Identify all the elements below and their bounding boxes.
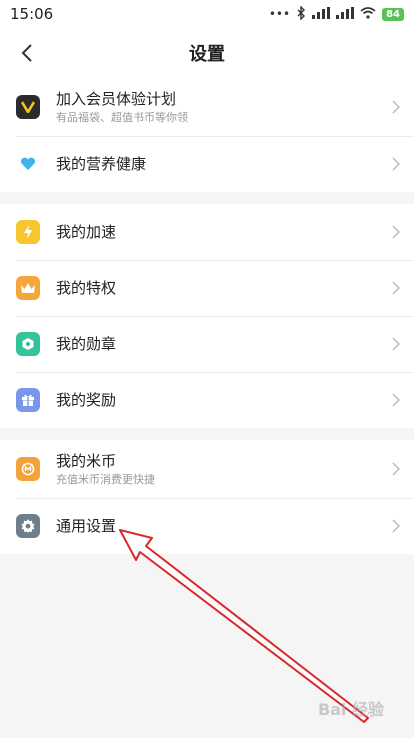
row-member-plan[interactable]: 加入会员体验计划 有品福袋、超值书币等你领 bbox=[0, 78, 414, 136]
row-label: 我的勋章 bbox=[56, 335, 117, 353]
bluetooth-icon bbox=[296, 4, 306, 23]
row-general-settings[interactable]: 通用设置 bbox=[0, 498, 414, 554]
row-sublabel: 有品福袋、超值书币等你领 bbox=[56, 110, 188, 124]
row-nutrition-health[interactable]: 我的营养健康 bbox=[0, 136, 414, 192]
chevron-left-icon bbox=[21, 44, 32, 62]
page-title: 设置 bbox=[189, 44, 225, 65]
watermark: Bai 经验 bbox=[317, 700, 384, 719]
row-my-medals[interactable]: 我的勋章 bbox=[0, 316, 414, 372]
row-label: 加入会员体验计划 bbox=[56, 89, 177, 108]
row-label: 我的加速 bbox=[56, 223, 117, 241]
row-label: 我的米币 bbox=[56, 451, 117, 470]
gift-icon bbox=[16, 388, 40, 412]
chevron-right-icon bbox=[384, 281, 408, 295]
settings-group-2: 我的加速 我的特权 我的勋章 我的奖励 bbox=[0, 204, 414, 428]
chevron-right-icon bbox=[384, 100, 408, 114]
row-my-mi-coins[interactable]: 我的米币 充值米币消费更快捷 bbox=[0, 440, 414, 498]
crown-icon bbox=[16, 276, 40, 300]
battery-indicator: 84 bbox=[382, 7, 404, 21]
chevron-right-icon bbox=[384, 157, 408, 171]
chevron-right-icon bbox=[384, 225, 408, 239]
heart-icon bbox=[16, 152, 40, 176]
nav-bar: 设置 bbox=[0, 28, 414, 78]
row-my-privileges[interactable]: 我的特权 bbox=[0, 260, 414, 316]
chevron-right-icon bbox=[384, 462, 408, 476]
settings-group-1: 加入会员体验计划 有品福袋、超值书币等你领 我的营养健康 bbox=[0, 78, 414, 192]
row-label: 我的营养健康 bbox=[56, 155, 147, 173]
back-button[interactable] bbox=[14, 40, 40, 66]
row-sublabel: 充值米币消费更快捷 bbox=[56, 472, 155, 486]
status-time: 15:06 bbox=[10, 5, 54, 23]
badge-icon bbox=[16, 332, 40, 356]
more-dots-icon: ••• bbox=[268, 7, 291, 21]
signal-icon bbox=[312, 6, 331, 22]
wifi-icon bbox=[360, 6, 376, 22]
status-icons: ••• 84 bbox=[268, 4, 404, 23]
chevron-right-icon bbox=[384, 337, 408, 351]
settings-group-3: 我的米币 充值米币消费更快捷 通用设置 bbox=[0, 440, 414, 554]
chevron-right-icon bbox=[384, 519, 408, 533]
row-label: 我的特权 bbox=[56, 279, 117, 297]
row-label: 我的奖励 bbox=[56, 391, 117, 409]
lightning-icon bbox=[16, 220, 40, 244]
signal-icon bbox=[336, 6, 355, 22]
vip-v-icon bbox=[16, 95, 40, 119]
chevron-right-icon bbox=[384, 393, 408, 407]
row-my-speedup[interactable]: 我的加速 bbox=[0, 204, 414, 260]
row-my-rewards[interactable]: 我的奖励 bbox=[0, 372, 414, 428]
status-bar: 15:06 ••• 84 bbox=[0, 0, 414, 28]
coin-icon bbox=[16, 457, 40, 481]
gear-icon bbox=[16, 514, 40, 538]
row-label: 通用设置 bbox=[56, 517, 117, 535]
